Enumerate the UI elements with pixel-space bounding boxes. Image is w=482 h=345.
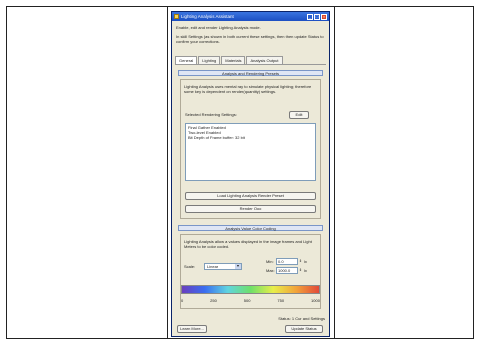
color-ramp [181, 285, 320, 294]
scale-tick: 750 [277, 298, 285, 303]
frame-divider-left [167, 6, 168, 339]
title-bar: Lighting Analysis Assistant _ □ × [172, 12, 329, 21]
tab-strip: General Lighting Materials Analysis Outp… [175, 56, 326, 64]
close-button[interactable]: × [321, 13, 327, 20]
scale-tick: 500 [243, 298, 251, 303]
window-title: Lighting Analysis Assistant [181, 14, 234, 19]
app-icon [174, 14, 179, 19]
rendering-description: Lighting Analysis uses mental ray to sim… [184, 84, 312, 94]
tab-underline [175, 64, 326, 65]
tab-general[interactable]: General [175, 56, 198, 64]
intro-text-2: In skill Settings (as shown in both curr… [176, 34, 324, 44]
load-preset-button[interactable]: Load Lighting Analysis Render Preset [185, 192, 316, 200]
settings-list: Final Gather Enabled Two-level Enabled B… [185, 123, 316, 181]
tab-lighting[interactable]: Lighting [198, 56, 221, 64]
render-button[interactable]: Render Ooo [185, 205, 316, 213]
min-unit: lx [304, 259, 307, 264]
scale-tick: 250 [210, 298, 217, 303]
scale-value: Linear [207, 264, 219, 269]
intro-text-1: Enable, edit and render Lighting Analysi… [176, 25, 261, 30]
min-label: Min: [266, 259, 274, 264]
min-value-field[interactable]: 0.0 [276, 258, 298, 265]
status-text: Status: 1 Cur and Settings [278, 316, 325, 321]
min-spinner-icon[interactable]: ⇕ [299, 258, 303, 265]
max-value-field[interactable]: 1000.0 [276, 267, 298, 274]
scale-tick: 1000 [311, 298, 320, 303]
section-header-rendering[interactable]: Analysis and Rendering Presets [178, 70, 323, 76]
scale-tick: 0 [181, 298, 184, 303]
max-label: Max: [266, 268, 275, 273]
max-spinner-icon[interactable]: ⇕ [299, 267, 303, 274]
tab-analysis-output[interactable]: Analysis Output [246, 56, 283, 64]
edit-button[interactable]: Edit [289, 111, 309, 119]
scale-select[interactable]: Linear ▼ [204, 263, 242, 270]
settings-label: Selected Rendering Settings: [185, 112, 237, 117]
learn-more-button[interactable]: Learn More... [177, 325, 207, 333]
update-status-button[interactable]: Update Status [285, 325, 323, 333]
lighting-analysis-assistant-window: Lighting Analysis Assistant _ □ × Enable… [171, 11, 330, 337]
max-unit: lx [304, 268, 307, 273]
maximize-button[interactable]: □ [314, 13, 320, 20]
tab-materials[interactable]: Materials [221, 56, 246, 64]
frame-divider-right [334, 6, 335, 339]
section-header-color-coding[interactable]: Analysis Value Color Coding [178, 225, 323, 231]
minimize-button[interactable]: _ [307, 13, 313, 20]
color-description: Lighting Analysis allow a values display… [184, 239, 312, 249]
chevron-down-icon: ▼ [235, 264, 241, 269]
scale-label: Scale: [184, 264, 196, 269]
list-item: Bit Depth of Frame buffer: 32 bit [188, 135, 245, 140]
color-ramp-scale: 0 250 500 750 1000 [181, 298, 320, 303]
